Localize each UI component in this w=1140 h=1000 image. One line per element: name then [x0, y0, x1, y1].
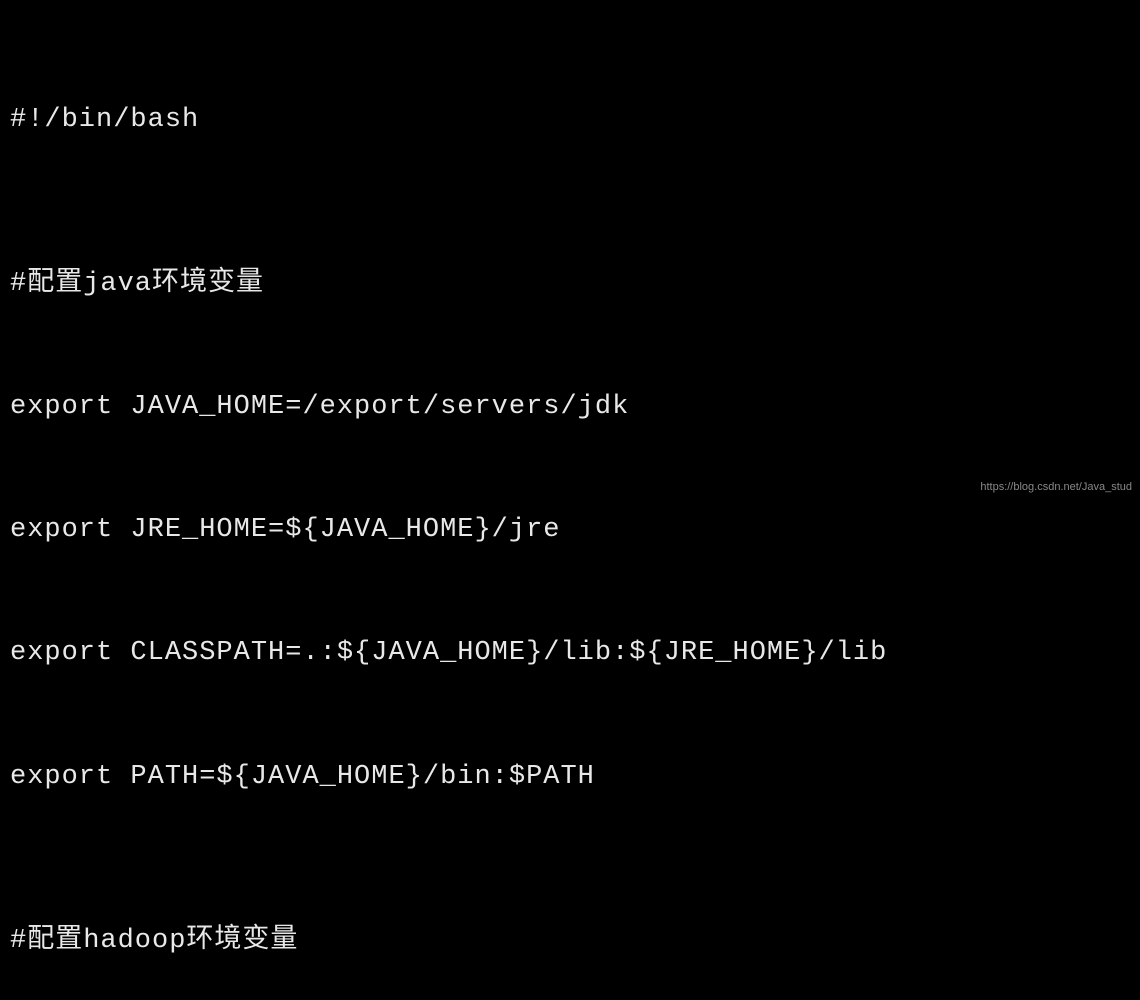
java-comment-line: #配置java环境变量 — [10, 264, 1130, 305]
watermark-text: https://blog.csdn.net/Java_stud — [980, 479, 1132, 496]
java-path-line: export PATH=${JAVA_HOME}/bin:$PATH — [10, 757, 1130, 798]
hadoop-comment-line: #配置hadoop环境变量 — [10, 921, 1130, 962]
shebang-line: #!/bin/bash — [10, 100, 1130, 141]
jre-home-line: export JRE_HOME=${JAVA_HOME}/jre — [10, 510, 1130, 551]
java-home-line: export JAVA_HOME=/export/servers/jdk — [10, 387, 1130, 428]
terminal-output: #!/bin/bash #配置java环境变量 export JAVA_HOME… — [10, 18, 1130, 1000]
classpath-line: export CLASSPATH=.:${JAVA_HOME}/lib:${JR… — [10, 633, 1130, 674]
